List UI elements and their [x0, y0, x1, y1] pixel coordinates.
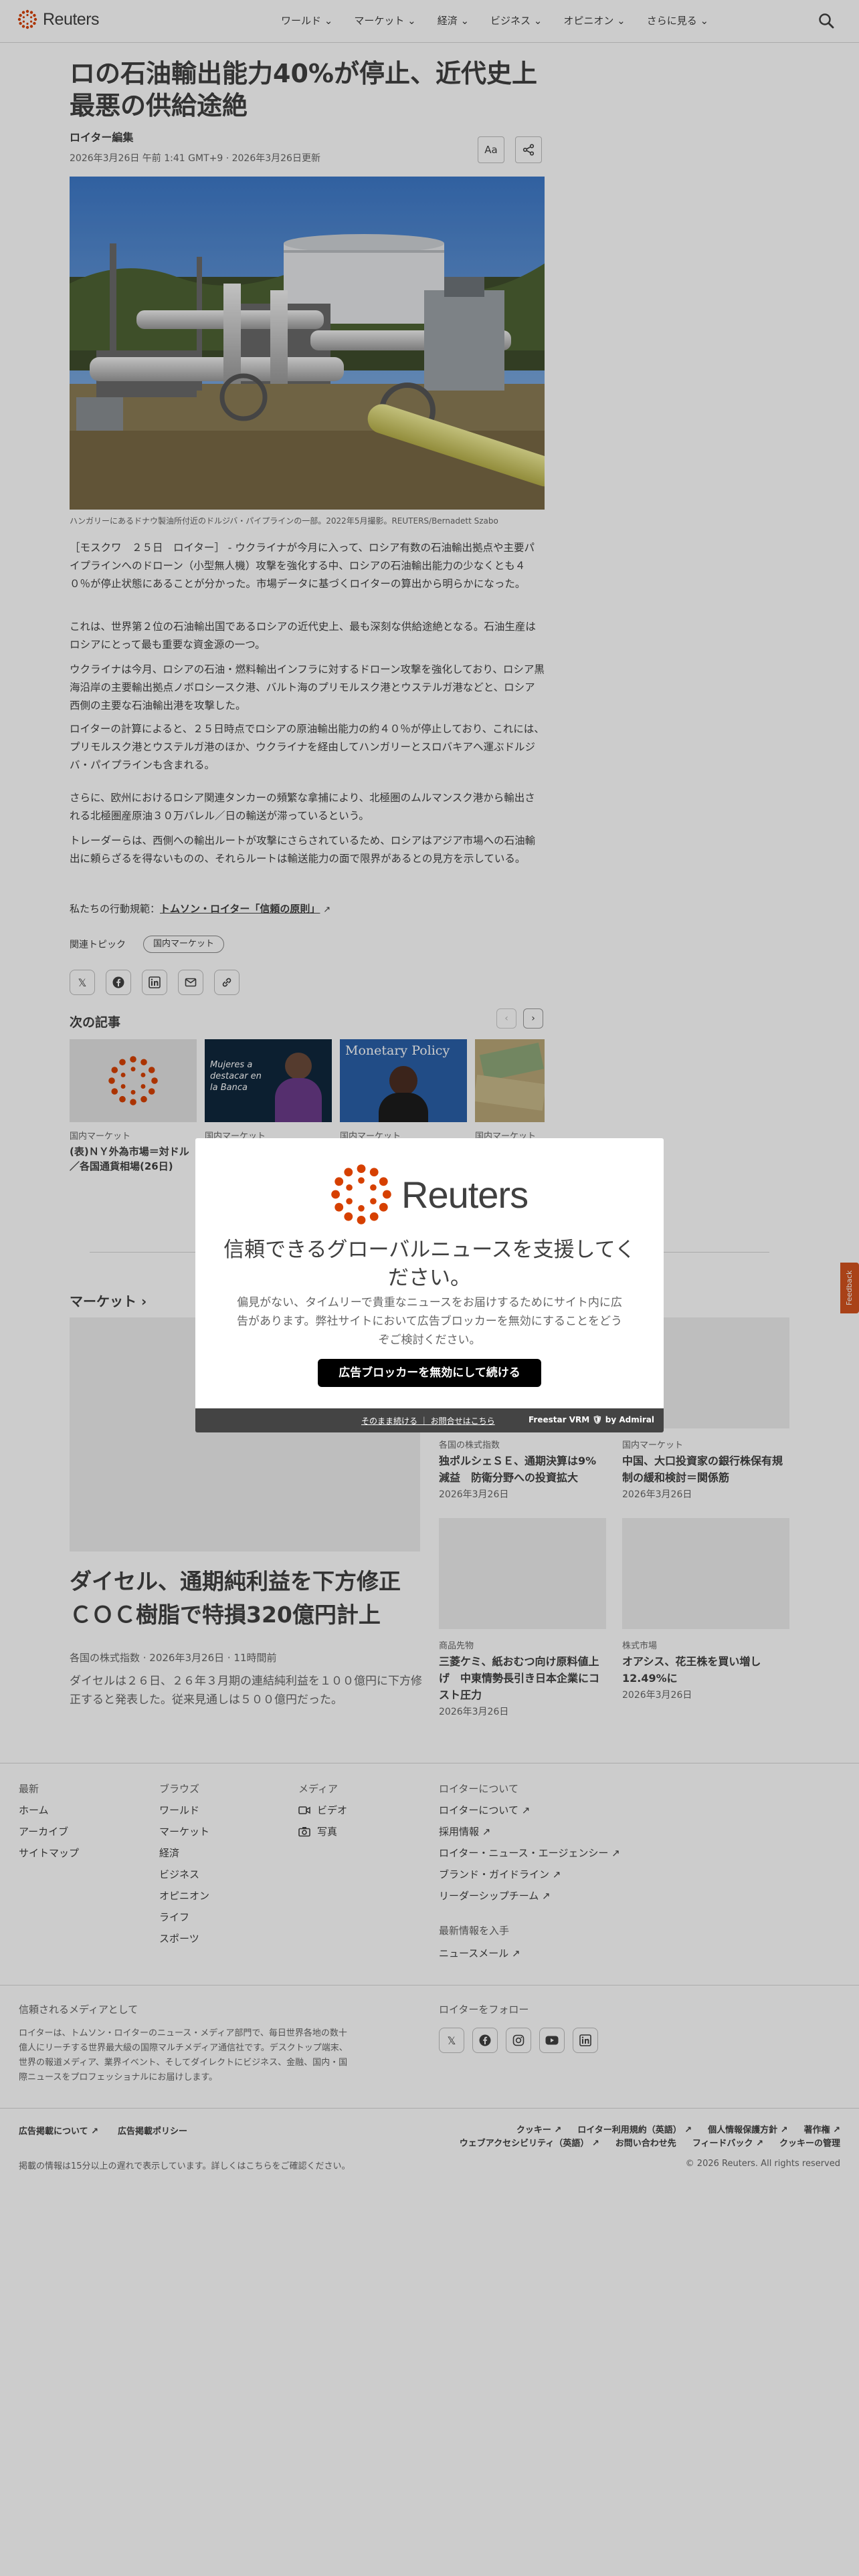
- modal-reuters-logo: Reuters: [329, 1162, 529, 1226]
- reuters-logo-icon: [331, 1164, 391, 1224]
- modal-body: 偏見がない、タイムリーで貴重なニュースをお届けするためにサイト内に広告があります…: [237, 1296, 622, 1347]
- disable-adblock-button[interactable]: 広告ブロッカーを無効にして続ける: [318, 1359, 541, 1387]
- adblock-modal: Reuters 信頼できるグローバルニュースを支援してください。 偏見がない、タ…: [195, 1138, 664, 1432]
- modal-powered-by: Freestar VRM 🛡 by Admiral: [529, 1415, 654, 1424]
- modal-continue-link[interactable]: そのまま続ける ｜ お問合せはこちら: [361, 1415, 495, 1426]
- modal-heading: 信頼できるグローバルニュースを支援してください。: [223, 1238, 636, 1290]
- modal-footer-bar: そのまま続ける ｜ お問合せはこちら Freestar VRM 🛡 by Adm…: [195, 1408, 664, 1432]
- modal-brand-name: Reuters: [401, 1173, 529, 1216]
